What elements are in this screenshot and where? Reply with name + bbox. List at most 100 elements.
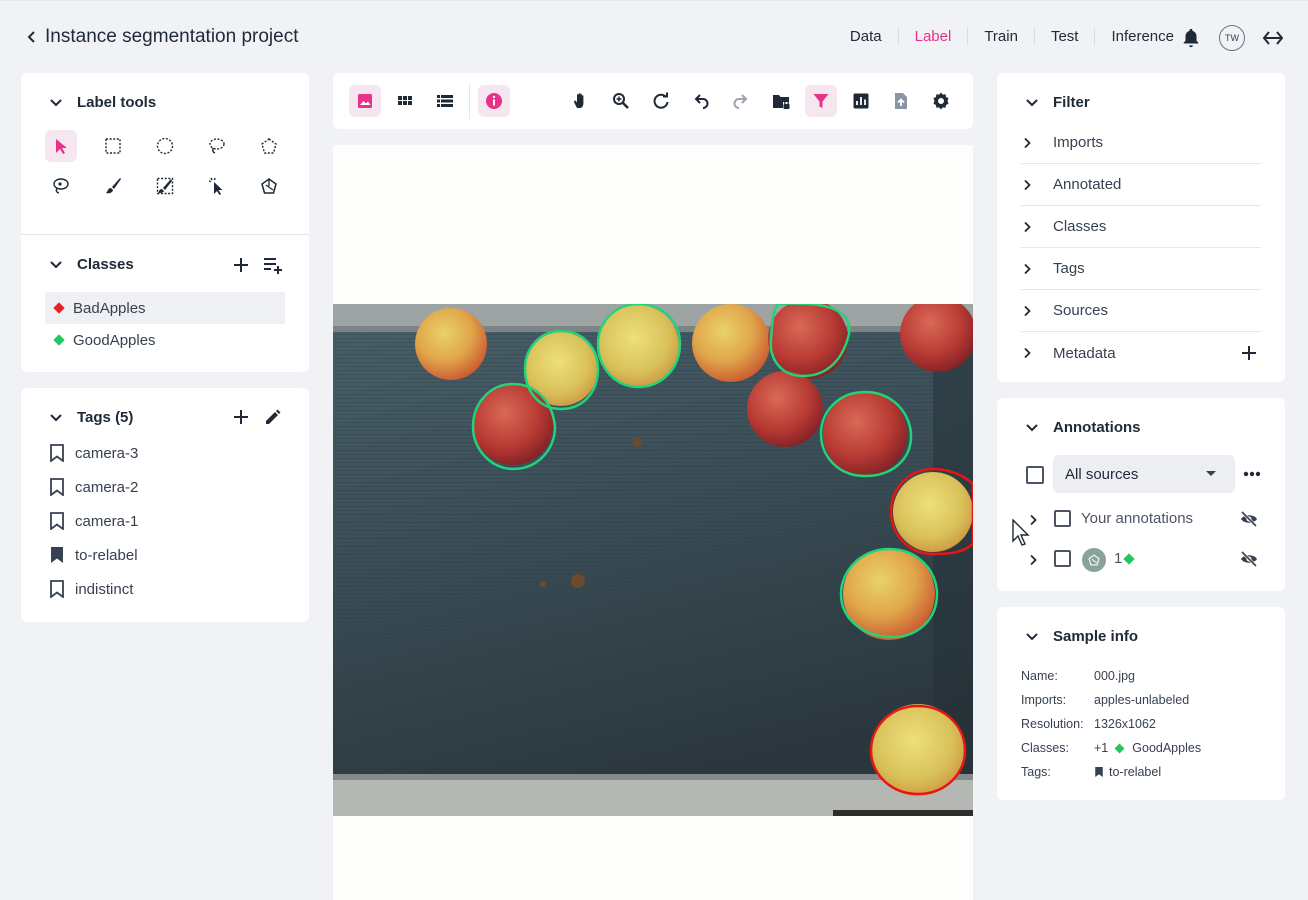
redo-button[interactable]	[725, 85, 757, 117]
gear-icon	[933, 92, 949, 110]
tags-header[interactable]: Tags (5)	[49, 409, 133, 426]
nav-label[interactable]: Label	[897, 28, 968, 45]
eye-off-icon[interactable]	[1240, 511, 1258, 527]
auto-polygon-tool[interactable]	[253, 170, 285, 202]
undo-button[interactable]	[685, 85, 717, 117]
image-canvas[interactable]	[333, 145, 973, 900]
statistics-button[interactable]	[845, 85, 877, 117]
expand-arrows-icon[interactable]	[1262, 28, 1284, 48]
list-view-button[interactable]	[429, 85, 461, 117]
canvas-toolbar	[333, 73, 973, 129]
info-key: Name:	[1021, 669, 1058, 683]
magic-lasso-tool[interactable]	[45, 170, 77, 202]
filter-panel: Filter Imports Annotated Classes Tags So…	[997, 73, 1285, 382]
chevron-down-icon	[50, 413, 62, 421]
grid-view-button[interactable]	[389, 85, 421, 117]
info-value: GoodApples	[1132, 741, 1202, 755]
polygon-tool[interactable]	[253, 130, 285, 162]
pan-button[interactable]	[565, 85, 597, 117]
bookmark-outline-icon	[50, 580, 64, 598]
add-metadata-filter-button[interactable]	[1239, 343, 1259, 363]
filter-sources[interactable]: Sources	[1021, 290, 1261, 332]
nav-data[interactable]: Data	[834, 28, 898, 45]
classes-header[interactable]: Classes	[49, 256, 134, 273]
redo-icon	[733, 94, 748, 109]
info-value: to-relabel	[1109, 765, 1162, 779]
nav-train[interactable]: Train	[967, 28, 1034, 45]
chevron-down-icon	[1026, 98, 1038, 106]
brush-tool[interactable]	[97, 170, 129, 202]
bookmark-filled-icon	[1095, 767, 1103, 777]
eraser-tool[interactable]	[149, 170, 181, 202]
tag-item[interactable]: indistinct	[49, 577, 133, 601]
filter-annotated[interactable]: Annotated	[1021, 164, 1261, 206]
chevron-right-icon	[1024, 221, 1031, 232]
info-key: Tags:	[1021, 765, 1051, 779]
funnel-icon	[813, 94, 829, 108]
avatar[interactable]: TW	[1219, 25, 1245, 51]
model-avatar	[1082, 548, 1106, 572]
lasso-tool[interactable]	[201, 130, 233, 162]
add-class-button[interactable]	[230, 254, 252, 276]
plus-icon	[234, 258, 248, 272]
tag-item[interactable]: camera-1	[49, 509, 138, 533]
dashed-rectangle-icon	[105, 138, 121, 154]
tag-item[interactable]: camera-3	[49, 441, 138, 465]
edit-tags-button[interactable]	[262, 406, 284, 428]
single-image-view-button[interactable]	[349, 85, 381, 117]
class-item-badapples[interactable]: BadApples	[45, 292, 285, 324]
filter-metadata[interactable]: Metadata	[1021, 332, 1261, 374]
filter-button[interactable]	[805, 85, 837, 117]
nav-test[interactable]: Test	[1033, 28, 1095, 45]
label-tools-panel: Label tools Classes BadApples GoodApples	[21, 73, 309, 372]
file-upload-icon	[895, 93, 907, 109]
more-options-button[interactable]	[1241, 464, 1263, 484]
filter-tags[interactable]: Tags	[1021, 248, 1261, 290]
bell-icon[interactable]	[1180, 27, 1202, 49]
tag-item[interactable]: camera-2	[49, 475, 138, 499]
eye-off-icon[interactable]	[1240, 551, 1258, 567]
info-resolution-row: Resolution: 1326x1062	[1021, 717, 1156, 731]
tag-label: camera-2	[75, 478, 139, 496]
source-select[interactable]: All sources	[1053, 455, 1235, 493]
chevron-right-icon[interactable]	[1027, 554, 1039, 566]
source-select-value: All sources	[1065, 465, 1139, 483]
filter-imports[interactable]: Imports	[1021, 122, 1261, 164]
select-all-checkbox[interactable]	[1026, 466, 1044, 484]
plus-icon	[234, 410, 248, 424]
info-key: Classes:	[1021, 741, 1069, 755]
nav-inference[interactable]: Inference	[1094, 28, 1190, 45]
locked-folder-button[interactable]	[765, 85, 797, 117]
sample-info-header[interactable]: Sample info	[1025, 628, 1138, 645]
info-button[interactable]	[478, 85, 510, 117]
info-classes-row: Classes: +1 GoodApples	[1021, 741, 1201, 755]
settings-button[interactable]	[925, 85, 957, 117]
chevron-right-icon	[1024, 137, 1031, 148]
model-annotations-checkbox[interactable]	[1054, 550, 1071, 567]
your-annotations-label: Your annotations	[1081, 510, 1194, 527]
zoom-button[interactable]	[605, 85, 637, 117]
export-button[interactable]	[885, 85, 917, 117]
back-button[interactable]: Instance segmentation project	[24, 26, 299, 48]
add-class-list-button[interactable]	[261, 254, 285, 276]
select-tool[interactable]	[45, 130, 77, 162]
filter-header[interactable]: Filter	[1025, 94, 1090, 111]
filter-label: Tags	[1053, 260, 1085, 277]
info-name-row: Name: 000.jpg	[1021, 669, 1135, 683]
sample-image[interactable]	[333, 304, 973, 816]
info-value: 000.jpg	[1094, 669, 1136, 683]
filter-label: Classes	[1053, 218, 1107, 235]
annotations-header[interactable]: Annotations	[1025, 419, 1141, 436]
smart-select-tool[interactable]	[201, 170, 233, 202]
filter-classes[interactable]: Classes	[1021, 206, 1261, 248]
reset-view-button[interactable]	[645, 85, 677, 117]
tag-item[interactable]: to-relabel	[49, 543, 138, 567]
add-tag-button[interactable]	[230, 406, 252, 428]
ellipse-tool[interactable]	[149, 130, 181, 162]
class-item-goodapples[interactable]: GoodApples	[45, 324, 285, 356]
classes-title: Classes	[77, 256, 134, 273]
label-tools-header[interactable]: Label tools	[49, 94, 156, 111]
your-annotations-checkbox[interactable]	[1054, 510, 1071, 527]
hand-icon	[573, 93, 584, 108]
rectangle-tool[interactable]	[97, 130, 129, 162]
